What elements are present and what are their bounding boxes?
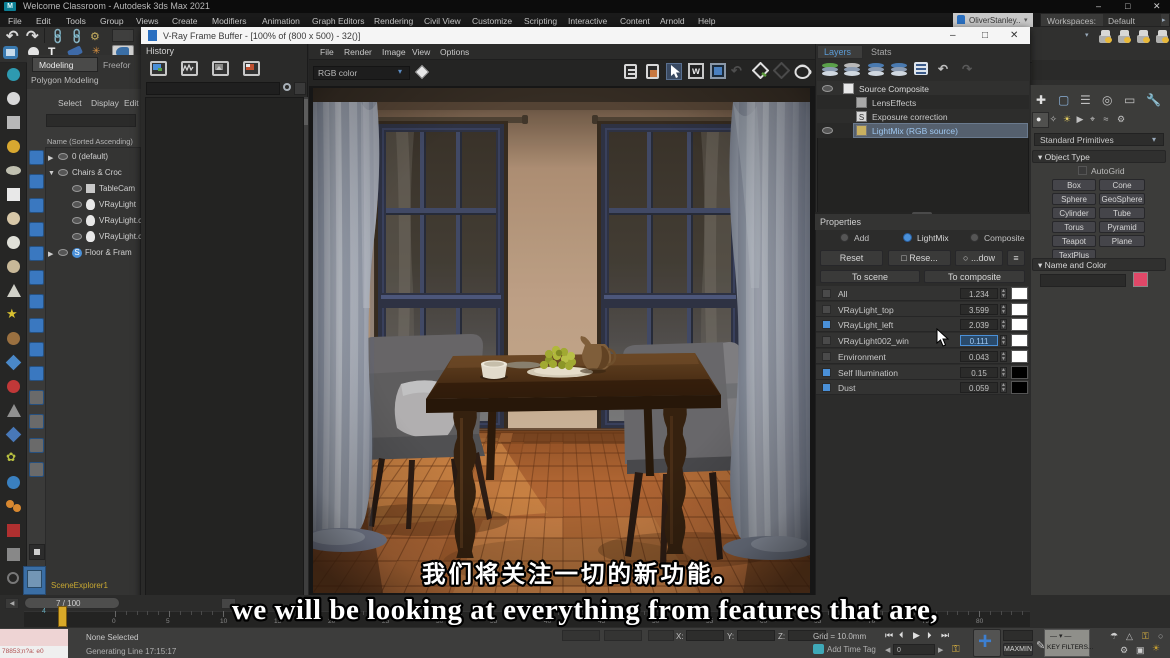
- svg-text:我们将关注一切的新功能。: 我们将关注一切的新功能。: [422, 560, 740, 587]
- svg-text:we will be looking at everythi: we will be looking at everything from fe…: [232, 594, 938, 626]
